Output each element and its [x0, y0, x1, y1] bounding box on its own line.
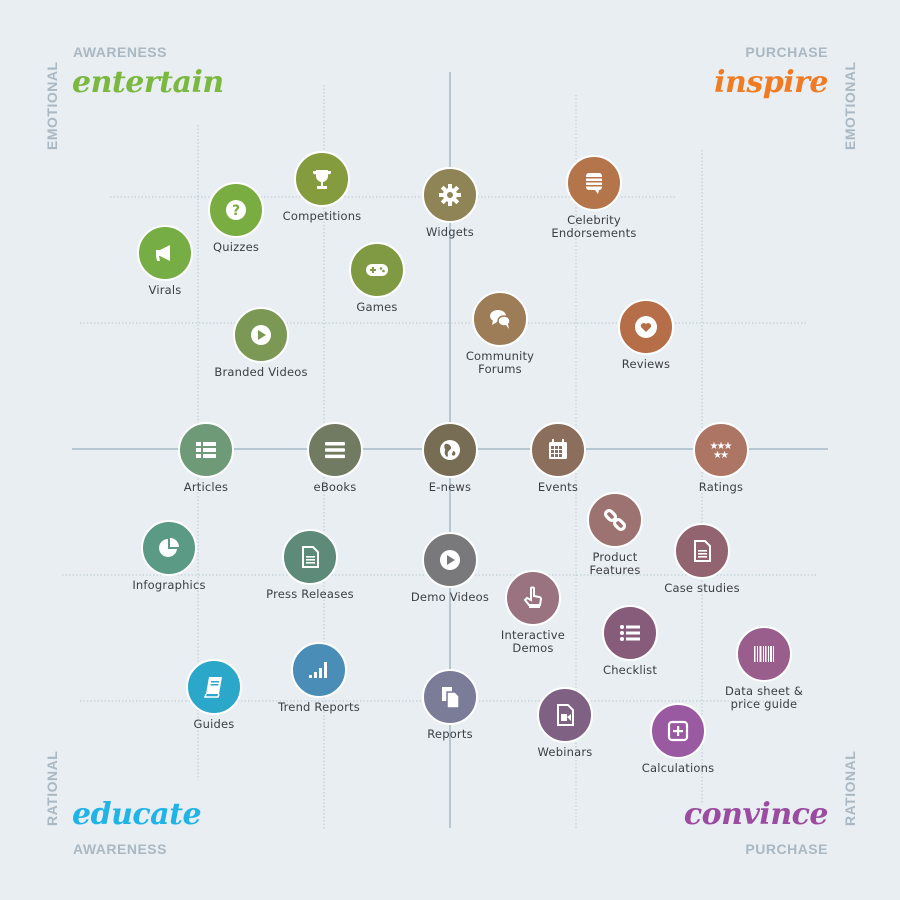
node-reports[interactable]: [422, 669, 478, 725]
node-e-news[interactable]: [422, 422, 478, 478]
node-articles[interactable]: [178, 422, 234, 478]
node-label-webinars: Webinars: [537, 745, 593, 759]
node-product-features[interactable]: [587, 492, 643, 548]
top-left-side-label: EMOTIONAL: [44, 61, 60, 151]
node-label-community-forums: Community Forums: [465, 349, 535, 376]
node-label-widgets: Widgets: [426, 225, 474, 239]
node-label-product-features: Product Features: [589, 550, 641, 577]
node-celebrity-endorsements[interactable]: [566, 155, 622, 211]
node-quizzes[interactable]: ?: [208, 182, 264, 238]
svg-text:★: ★: [720, 450, 729, 461]
node-label-competitions: Competitions: [282, 209, 362, 223]
chat-bubbles-icon: [490, 310, 511, 329]
stars-icon: ★★★★★: [710, 441, 733, 461]
node-label-guides: Guides: [193, 717, 235, 731]
node-reviews[interactable]: [618, 299, 674, 355]
node-ebooks[interactable]: [307, 422, 363, 478]
document-icon: [694, 540, 711, 562]
node-demo-videos[interactable]: [422, 532, 478, 588]
node-branded-videos[interactable]: [233, 307, 289, 363]
checklist-icon: [620, 625, 640, 641]
megaphone-icon: [156, 245, 170, 261]
content-matrix: AWARENESS entertain EMOTIONAL PURCHASE i…: [0, 0, 900, 900]
node-virals[interactable]: [137, 225, 193, 281]
node-label-articles: Articles: [183, 480, 229, 494]
node-data-sheet-price-guide[interactable]: [736, 626, 792, 682]
node-press-releases[interactable]: [282, 529, 338, 585]
node-competitions[interactable]: [294, 151, 350, 207]
gear-icon: [439, 184, 461, 206]
trophy-icon: [313, 170, 331, 189]
signal-bars-icon: [309, 662, 327, 678]
bottom-right-subtitle: PURCHASE: [745, 841, 828, 857]
list-icon: [196, 442, 216, 458]
top-left-subtitle: AWARENESS: [73, 44, 167, 60]
convince-title: convince: [683, 797, 829, 832]
pointer-hand-icon: [523, 586, 543, 608]
heart-icon: [635, 316, 657, 338]
menu-icon: [325, 442, 345, 459]
speech-list-icon: [586, 173, 602, 194]
calendar-icon: [549, 439, 567, 459]
globe-icon: [440, 440, 460, 460]
node-events[interactable]: [530, 422, 586, 478]
node-label-games: Games: [356, 300, 398, 314]
entertain-title: entertain: [72, 65, 224, 100]
bottom-right-side-label: RATIONAL: [842, 750, 858, 826]
node-widgets[interactable]: [422, 167, 478, 223]
node-interactive-demos[interactable]: [505, 570, 561, 626]
educate-title: educate: [72, 797, 202, 832]
node-label-ratings: Ratings: [698, 480, 744, 494]
node-webinars[interactable]: [537, 687, 593, 743]
question-icon: ?: [226, 200, 246, 220]
node-trend-reports[interactable]: [291, 642, 347, 698]
pie-chart-icon: [159, 538, 179, 557]
node-label-demo-videos: Demo Videos: [410, 590, 490, 604]
play-icon: [440, 550, 460, 570]
node-label-data-sheet-price-guide: Data sheet & price guide: [724, 684, 804, 711]
top-right-side-label: EMOTIONAL: [842, 61, 858, 151]
gamepad-icon: [366, 264, 388, 276]
bottom-left-side-label: RATIONAL: [44, 750, 60, 826]
node-guides[interactable]: [186, 659, 242, 715]
node-label-press-releases: Press Releases: [266, 587, 354, 601]
barcode-icon: [754, 646, 774, 662]
node-label-branded-videos: Branded Videos: [214, 365, 308, 379]
svg-text:?: ?: [232, 203, 240, 219]
node-games[interactable]: [349, 242, 405, 298]
node-label-trend-reports: Trend Reports: [278, 700, 360, 714]
node-case-studies[interactable]: [674, 523, 730, 579]
files-icon: [442, 687, 460, 709]
node-label-checklist: Checklist: [602, 663, 658, 677]
node-label-reports: Reports: [427, 727, 473, 741]
node-label-e-news: E-news: [428, 480, 472, 494]
document-icon: [302, 546, 319, 568]
node-label-calculations: Calculations: [641, 761, 715, 775]
node-label-virals: Virals: [148, 283, 182, 297]
node-calculations[interactable]: [650, 703, 706, 759]
node-community-forums[interactable]: [472, 291, 528, 347]
node-ratings[interactable]: ★ ★ ★ ★ ★: [693, 422, 749, 478]
node-infographics[interactable]: [141, 520, 197, 576]
bottom-left-subtitle: AWARENESS: [73, 841, 167, 857]
book-icon: [203, 677, 222, 698]
node-checklist[interactable]: [602, 605, 658, 661]
node-label-quizzes: Quizzes: [212, 240, 260, 254]
node-label-interactive-demos: Interactive Demos: [500, 628, 566, 655]
top-right-subtitle: PURCHASE: [745, 44, 828, 60]
inspire-title: inspire: [714, 65, 828, 100]
play-icon: [251, 325, 271, 345]
node-label-celebrity-endorsements: Celebrity Endorsements: [551, 213, 637, 240]
node-label-case-studies: Case studies: [664, 581, 740, 595]
node-label-events: Events: [537, 480, 579, 494]
video-file-icon: [557, 704, 574, 726]
node-label-infographics: Infographics: [132, 578, 206, 592]
node-label-reviews: Reviews: [621, 357, 671, 371]
plus-square-icon: [667, 720, 689, 742]
link-icon: [603, 508, 627, 532]
node-label-ebooks: eBooks: [313, 480, 357, 494]
